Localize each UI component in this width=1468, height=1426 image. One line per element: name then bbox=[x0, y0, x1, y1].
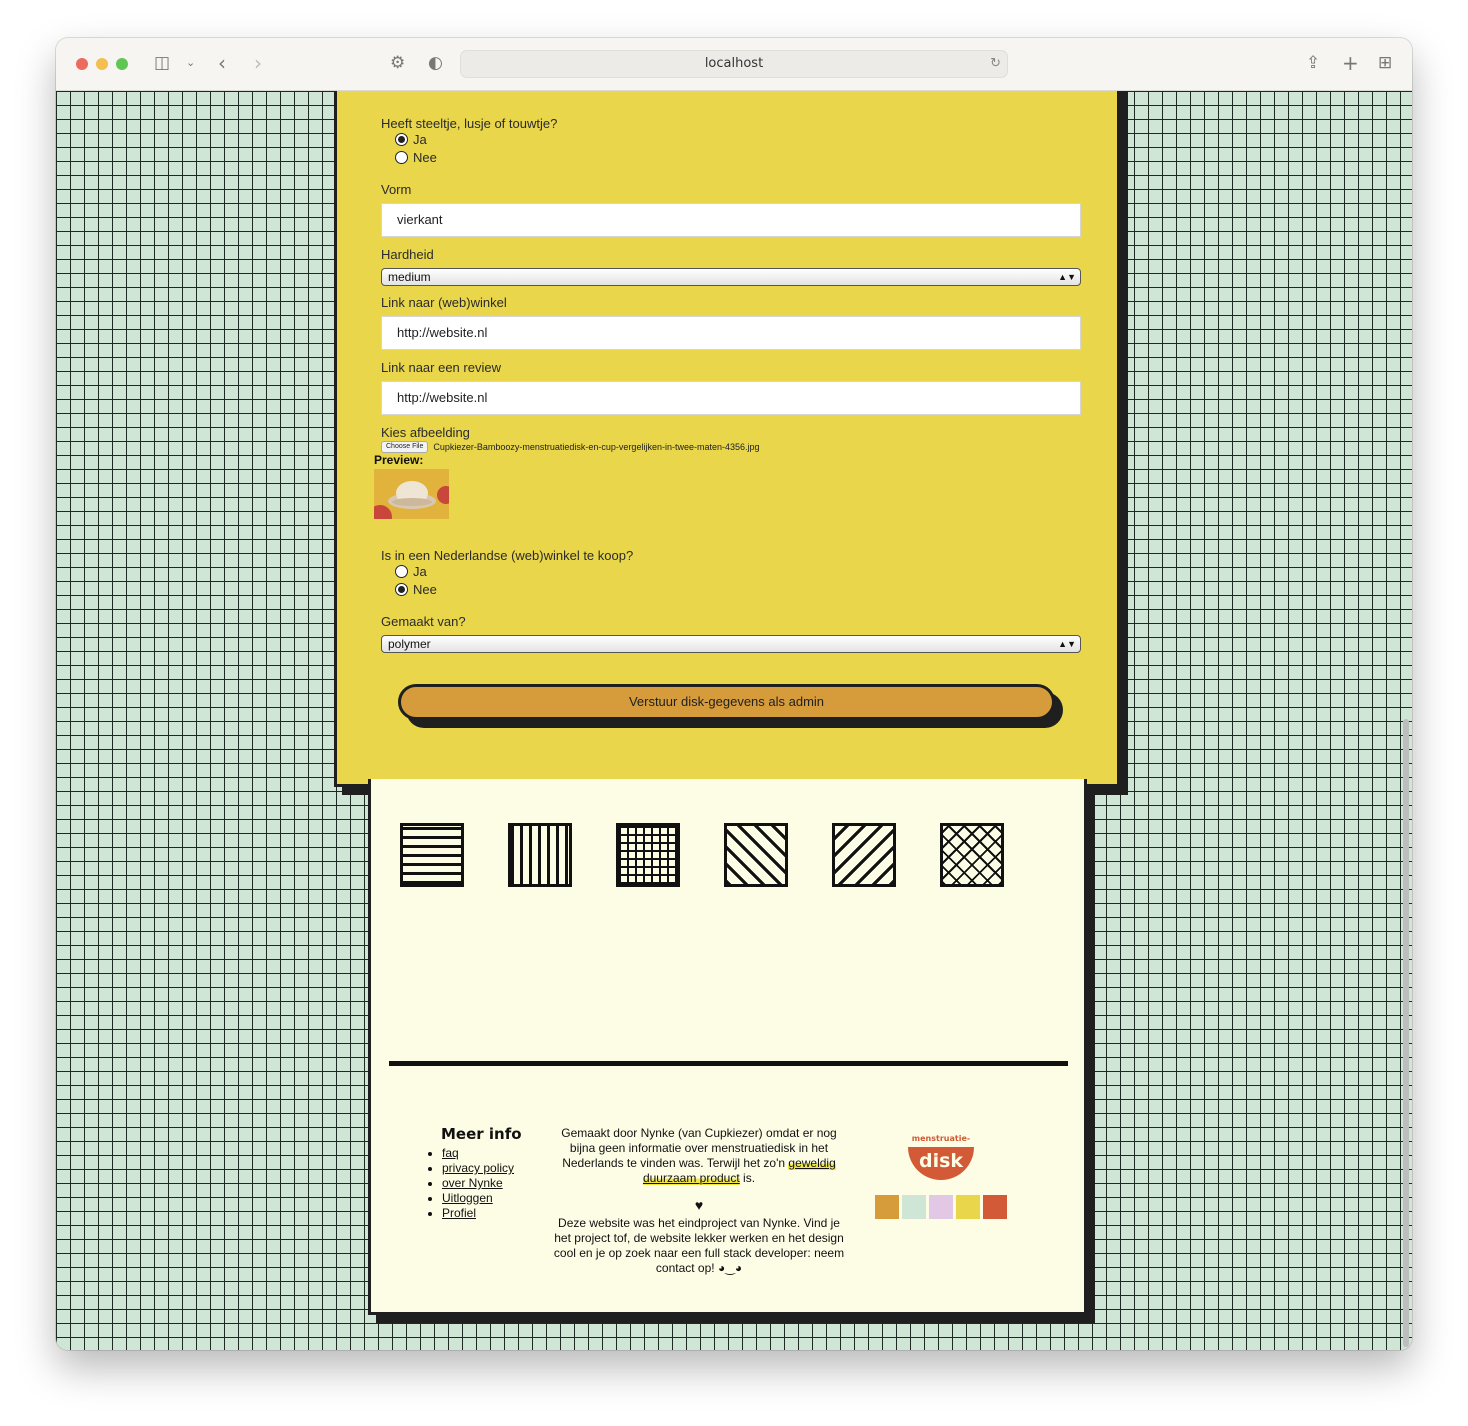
shield-icon[interactable]: ◐ bbox=[428, 52, 443, 74]
page-viewport[interactable]: Heeft steeltje, lusje of touwtje? Ja Nee… bbox=[56, 91, 1412, 1350]
color-swatch bbox=[983, 1195, 1007, 1219]
diagonal-up-pattern[interactable] bbox=[832, 823, 896, 887]
afbeelding-label: Kies afbeelding bbox=[381, 425, 470, 440]
back-arrow-icon[interactable]: ‹ bbox=[218, 52, 226, 74]
browser-toolbar: ◫ ⌄ ‹ › ⚙ ◐ localhost ↻ ⇪ + ⊞ bbox=[56, 38, 1412, 91]
list-item: privacy policy bbox=[442, 1161, 514, 1176]
select-arrows-icon: ▲▼ bbox=[1058, 272, 1076, 282]
new-tab-icon[interactable]: + bbox=[1342, 52, 1359, 74]
radio-button[interactable] bbox=[395, 565, 408, 578]
page-scrollbar[interactable] bbox=[1403, 719, 1409, 1347]
webwinkel-label: Link naar (web)winkel bbox=[381, 295, 507, 310]
color-swatch bbox=[956, 1195, 980, 1219]
radio-button-selected[interactable] bbox=[395, 583, 408, 596]
gear-icon[interactable]: ⚙ bbox=[390, 52, 405, 74]
minimize-window-button[interactable] bbox=[96, 58, 108, 70]
submit-disk-button[interactable]: Verstuur disk-gegevens als admin bbox=[398, 684, 1055, 720]
preview-image bbox=[374, 469, 449, 519]
radio-button-selected[interactable] bbox=[395, 133, 408, 146]
horizontal-lines-pattern[interactable] bbox=[400, 823, 464, 887]
radio-label: Nee bbox=[413, 582, 437, 597]
radio-button[interactable] bbox=[395, 151, 408, 164]
footer-links: faq privacy policy over Nynke Uitloggen … bbox=[425, 1146, 514, 1221]
webwinkel-input[interactable]: http://website.nl bbox=[381, 316, 1081, 350]
reload-icon[interactable]: ↻ bbox=[990, 51, 1001, 77]
radio-label: Nee bbox=[413, 150, 437, 165]
about-text-part-3: Deze website was het eindproject van Nyn… bbox=[553, 1216, 845, 1275]
file-input[interactable]: Choose File Cupkiezer-Bamboozy-menstruat… bbox=[381, 441, 760, 453]
disk-form-card: Heeft steeltje, lusje of touwtje? Ja Nee… bbox=[334, 91, 1120, 787]
radio-label: Ja bbox=[413, 564, 427, 579]
steeltje-option-ja[interactable]: Ja bbox=[395, 132, 427, 147]
sidebar-toggle-icon[interactable]: ◫ bbox=[154, 52, 170, 74]
diagonal-down-pattern[interactable] bbox=[724, 823, 788, 887]
hardheid-label: Hardheid bbox=[381, 247, 434, 262]
menstrual-disk-photo bbox=[374, 469, 449, 519]
list-item: over Nynke bbox=[442, 1176, 514, 1191]
footer-card: Meer info faq privacy policy over Nynke … bbox=[368, 779, 1087, 1315]
about-text-part-2: is. bbox=[743, 1171, 756, 1185]
tab-overview-icon[interactable]: ⊞ bbox=[1378, 52, 1392, 74]
hardheid-selected-value: medium bbox=[388, 270, 431, 284]
list-item: Uitloggen bbox=[442, 1191, 514, 1206]
gemaakt-van-select[interactable]: polymer ▲▼ bbox=[381, 635, 1081, 653]
url-text: localhost bbox=[704, 56, 764, 71]
browser-window: ◫ ⌄ ‹ › ⚙ ◐ localhost ↻ ⇪ + ⊞ Heeft stee… bbox=[56, 38, 1412, 1350]
logo-top-text: menstruatie- bbox=[912, 1134, 970, 1143]
file-name: Cupkiezer-Bamboozy-menstruatiedisk-en-cu… bbox=[433, 442, 760, 452]
logo-main-text: disk bbox=[919, 1150, 963, 1172]
vertical-lines-pattern[interactable] bbox=[508, 823, 572, 887]
select-arrows-icon: ▲▼ bbox=[1058, 639, 1076, 649]
color-swatch bbox=[875, 1195, 899, 1219]
choose-file-button[interactable]: Choose File bbox=[381, 441, 429, 453]
list-item: faq bbox=[442, 1146, 514, 1161]
crosshatch-pattern[interactable] bbox=[940, 823, 1004, 887]
over-nynke-link[interactable]: over Nynke bbox=[442, 1176, 503, 1190]
profiel-link[interactable]: Profiel bbox=[442, 1206, 476, 1220]
uitloggen-link[interactable]: Uitloggen bbox=[442, 1191, 493, 1205]
menstruatiedisk-logo: menstruatie- disk bbox=[906, 1129, 976, 1185]
footer-divider bbox=[389, 1061, 1068, 1066]
logo-graphic: menstruatie- disk bbox=[908, 1134, 974, 1180]
review-label: Link naar een review bbox=[381, 360, 501, 375]
chevron-down-icon[interactable]: ⌄ bbox=[186, 52, 195, 74]
zoom-window-button[interactable] bbox=[116, 58, 128, 70]
gemaakt-van-selected-value: polymer bbox=[388, 637, 431, 651]
color-swatch bbox=[902, 1195, 926, 1219]
submit-button-wrapper: Verstuur disk-gegevens als admin bbox=[398, 684, 1063, 728]
share-icon[interactable]: ⇪ bbox=[1306, 52, 1320, 74]
about-text: Gemaakt door Nynke (van Cupkiezer) omdat… bbox=[551, 1126, 847, 1276]
close-window-button[interactable] bbox=[76, 58, 88, 70]
preview-label: Preview: bbox=[374, 453, 424, 467]
color-swatch bbox=[929, 1195, 953, 1219]
meer-info-title: Meer info bbox=[441, 1125, 522, 1143]
gemaakt-van-label: Gemaakt van? bbox=[381, 614, 466, 629]
te-koop-option-nee[interactable]: Nee bbox=[395, 582, 437, 597]
grid-pattern[interactable] bbox=[616, 823, 680, 887]
address-bar[interactable]: localhost ↻ bbox=[460, 50, 1008, 78]
hardheid-select[interactable]: medium ▲▼ bbox=[381, 268, 1081, 286]
list-item: Profiel bbox=[442, 1206, 514, 1221]
privacy-policy-link[interactable]: privacy policy bbox=[442, 1161, 514, 1175]
te-koop-option-ja[interactable]: Ja bbox=[395, 564, 427, 579]
te-koop-label: Is in een Nederlandse (web)winkel te koo… bbox=[381, 548, 634, 563]
steeltje-option-nee[interactable]: Nee bbox=[395, 150, 437, 165]
forward-arrow-icon[interactable]: › bbox=[254, 52, 262, 74]
vorm-input[interactable]: vierkant bbox=[381, 203, 1081, 237]
review-input[interactable]: http://website.nl bbox=[381, 381, 1081, 415]
faq-link[interactable]: faq bbox=[442, 1146, 459, 1160]
vorm-label: Vorm bbox=[381, 182, 412, 197]
radio-label: Ja bbox=[413, 132, 427, 147]
heart-icon: ♥ bbox=[694, 1197, 704, 1213]
steeltje-label: Heeft steeltje, lusje of touwtje? bbox=[381, 116, 558, 131]
